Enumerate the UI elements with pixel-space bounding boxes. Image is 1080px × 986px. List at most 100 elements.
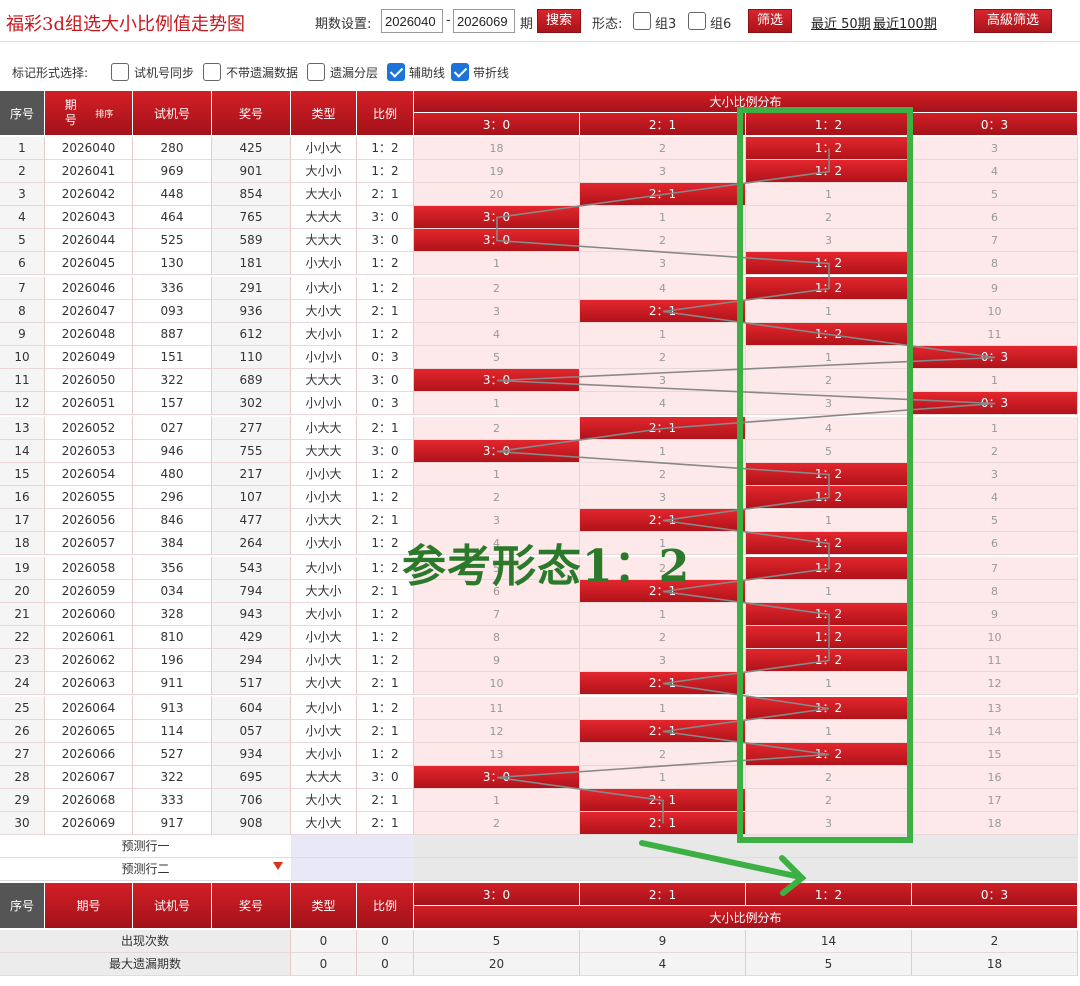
dist-hit-cell: 1：2 <box>746 277 912 300</box>
row-type: 小小大 <box>291 649 357 672</box>
dist-hit-cell: 1：2 <box>746 160 912 183</box>
dist-omission-cell: 4 <box>580 277 746 300</box>
header-index: 序号 <box>0 91 45 136</box>
row-test-number: 130 <box>133 252 212 275</box>
dist-omission-cell: 5 <box>912 509 1078 532</box>
row-index: 14 <box>0 440 45 463</box>
dist-omission-cell: 13 <box>414 743 580 766</box>
row-ratio: 3：0 <box>357 766 414 789</box>
row-test-number: 448 <box>133 183 212 206</box>
dist-omission-cell: 3 <box>414 300 580 323</box>
dist-omission-cell: 2 <box>580 229 746 252</box>
dist-omission-cell: 14 <box>912 720 1078 743</box>
footer-header-dist-col: 3：0 <box>414 883 580 906</box>
row-type: 大大大 <box>291 766 357 789</box>
row-index: 20 <box>0 580 45 603</box>
row-ratio: 1：2 <box>357 323 414 346</box>
header-test-number: 试机号 <box>133 91 212 136</box>
row-index: 24 <box>0 672 45 695</box>
row-test-number: 280 <box>133 137 212 160</box>
row-ratio: 1：2 <box>357 252 414 275</box>
row-test-number: 336 <box>133 277 212 300</box>
dist-omission-cell: 7 <box>912 229 1078 252</box>
row-type: 大小大 <box>291 789 357 812</box>
row-draw-number: 604 <box>212 697 291 720</box>
header-period: 期号 排序 <box>45 91 133 136</box>
row-ratio: 1：2 <box>357 697 414 720</box>
dist-omission-cell: 6 <box>912 532 1078 555</box>
row-test-number: 333 <box>133 789 212 812</box>
footer-header-ratio: 比例 <box>357 883 414 929</box>
sort-button[interactable]: 排序 <box>95 107 113 120</box>
dist-omission-cell: 7 <box>912 557 1078 580</box>
footer-header-period: 期号 <box>45 883 133 929</box>
row-test-number: 114 <box>133 720 212 743</box>
dist-omission-cell: 9 <box>912 603 1078 626</box>
row-ratio: 2：1 <box>357 672 414 695</box>
dist-omission-cell: 2 <box>912 440 1078 463</box>
row-type: 大大小 <box>291 183 357 206</box>
row-type: 大大大 <box>291 229 357 252</box>
prediction-row-2-dist[interactable] <box>414 858 1078 881</box>
dist-omission-cell: 7 <box>414 603 580 626</box>
dist-omission-cell: 10 <box>414 672 580 695</box>
row-type: 大小大 <box>291 672 357 695</box>
row-index: 7 <box>0 277 45 300</box>
header-dist-col: 2：1 <box>580 113 746 136</box>
row-draw-number: 429 <box>212 626 291 649</box>
dist-omission-cell: 6 <box>414 580 580 603</box>
row-period: 2026061 <box>45 626 133 649</box>
row-draw-number: 181 <box>212 252 291 275</box>
row-type: 小大小 <box>291 252 357 275</box>
dist-omission-cell: 1 <box>746 720 912 743</box>
dist-omission-cell: 11 <box>912 323 1078 346</box>
row-test-number: 384 <box>133 532 212 555</box>
dist-omission-cell: 3 <box>580 369 746 392</box>
dist-omission-cell: 2 <box>580 137 746 160</box>
row-index: 18 <box>0 532 45 555</box>
header-ratio: 比例 <box>357 91 414 136</box>
row-index: 9 <box>0 323 45 346</box>
stat-ratio: 0 <box>357 953 414 976</box>
dist-omission-cell: 4 <box>746 417 912 440</box>
row-type: 小大大 <box>291 509 357 532</box>
row-type: 大小小 <box>291 743 357 766</box>
row-ratio: 1：2 <box>357 463 414 486</box>
header-type: 类型 <box>291 91 357 136</box>
dist-omission-cell: 18 <box>912 812 1078 835</box>
row-ratio: 1：2 <box>357 743 414 766</box>
row-type: 小小小 <box>291 346 357 369</box>
dist-omission-cell: 4 <box>414 532 580 555</box>
dist-omission-cell: 3 <box>912 137 1078 160</box>
row-draw-number: 264 <box>212 532 291 555</box>
row-type: 大小大 <box>291 300 357 323</box>
row-type: 大小小 <box>291 603 357 626</box>
row-test-number: 093 <box>133 300 212 323</box>
prediction-row-2-input[interactable] <box>291 858 414 881</box>
row-ratio: 3：0 <box>357 206 414 229</box>
row-period: 2026050 <box>45 369 133 392</box>
row-test-number: 322 <box>133 369 212 392</box>
row-period: 2026069 <box>45 812 133 835</box>
row-index: 11 <box>0 369 45 392</box>
row-draw-number: 425 <box>212 137 291 160</box>
dist-omission-cell: 9 <box>912 277 1078 300</box>
row-draw-number: 908 <box>212 812 291 835</box>
row-test-number: 810 <box>133 626 212 649</box>
dist-omission-cell: 8 <box>912 252 1078 275</box>
dist-hit-cell: 2：1 <box>580 509 746 532</box>
dist-omission-cell: 1 <box>580 766 746 789</box>
dist-omission-cell: 1 <box>414 789 580 812</box>
dist-hit-cell: 1：2 <box>746 486 912 509</box>
row-index: 2 <box>0 160 45 183</box>
stat-value: 14 <box>746 930 912 953</box>
row-index: 17 <box>0 509 45 532</box>
arrow-down-icon[interactable] <box>273 862 283 870</box>
dist-omission-cell: 1 <box>912 369 1078 392</box>
prediction-row-1-dist[interactable] <box>414 835 1078 858</box>
prediction-row-1-input[interactable] <box>291 835 414 858</box>
dist-hit-cell: 1：2 <box>746 557 912 580</box>
row-period: 2026049 <box>45 346 133 369</box>
row-ratio: 2：1 <box>357 812 414 835</box>
dist-hit-cell: 1：2 <box>746 649 912 672</box>
